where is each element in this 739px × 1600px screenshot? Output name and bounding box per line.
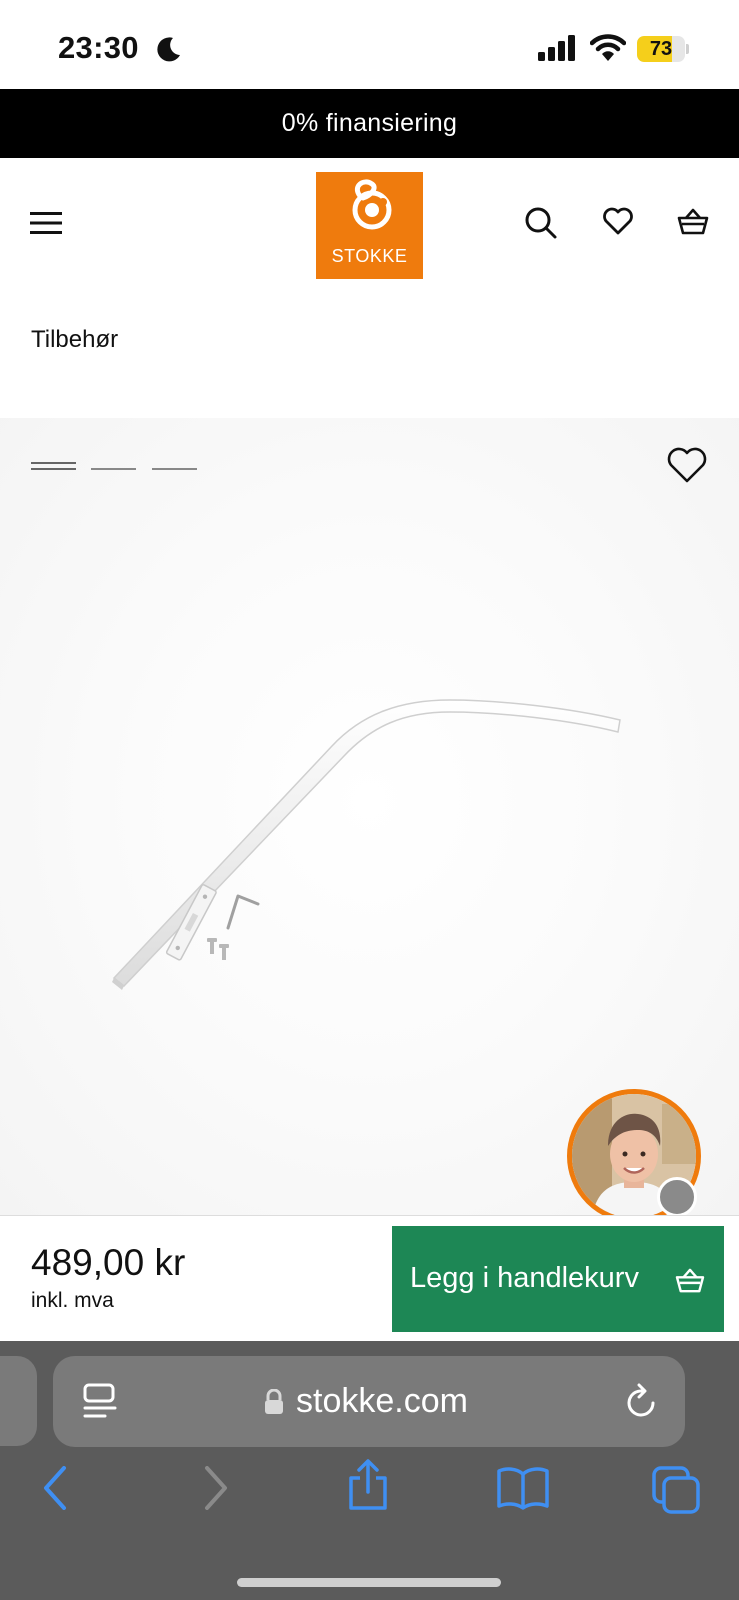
logo-text: STOKKE [331,246,408,266]
back-icon[interactable] [42,1466,68,1510]
menu-icon[interactable] [30,210,62,236]
battery-level: 73 [649,38,673,60]
gallery-dot-3[interactable] [152,462,197,470]
wishlist-heart-icon[interactable] [666,446,708,484]
add-to-cart-button[interactable]: Legg i handlekurv [392,1226,724,1332]
chat-status-badge [657,1177,697,1217]
search-icon[interactable] [524,206,558,240]
url-text: stokke.com [296,1382,468,1420]
status-time: 23:30 [58,30,139,65]
tabs-icon[interactable] [652,1466,702,1514]
reader-mode-icon[interactable] [83,1383,117,1421]
forward-icon[interactable] [203,1466,229,1510]
browser-chrome: stokke.com [0,1341,739,1600]
gallery-dot-1[interactable] [31,462,76,470]
share-icon[interactable] [347,1458,389,1512]
promo-banner[interactable]: 0% finansiering [0,89,739,158]
browser-toolbar [0,1459,739,1546]
stokke-logo[interactable]: STOKKE [316,172,423,279]
cellular-signal-icon [538,35,575,61]
home-indicator [237,1578,501,1587]
moon-icon [157,37,180,62]
breadcrumb[interactable]: Tilbehør [31,326,118,354]
stokke-logo-mark [352,179,392,230]
battery-icon: 73 [637,36,689,62]
heart-icon[interactable] [602,206,634,236]
product-price: 489,00 kr [31,1242,186,1283]
add-to-cart-label: Legg i handlekurv [410,1262,639,1294]
reload-icon[interactable] [625,1383,659,1421]
bookmarks-icon[interactable] [496,1466,550,1510]
purchase-bar: 489,00 kr inkl. mva Legg i handlekurv [0,1215,739,1341]
site-header: STOKKE [0,158,739,288]
previous-tab-peek[interactable] [0,1356,37,1446]
lock-icon [265,1389,283,1414]
status-bar: 23:30 73 [0,0,739,90]
wifi-icon [590,34,626,61]
price-vat-note: inkl. mva [31,1289,114,1312]
product-image [112,699,621,990]
basket-icon[interactable] [677,208,709,236]
address-bar[interactable]: stokke.com [53,1356,685,1447]
gallery-dot-2[interactable] [91,462,136,470]
basket-icon [675,1268,705,1293]
